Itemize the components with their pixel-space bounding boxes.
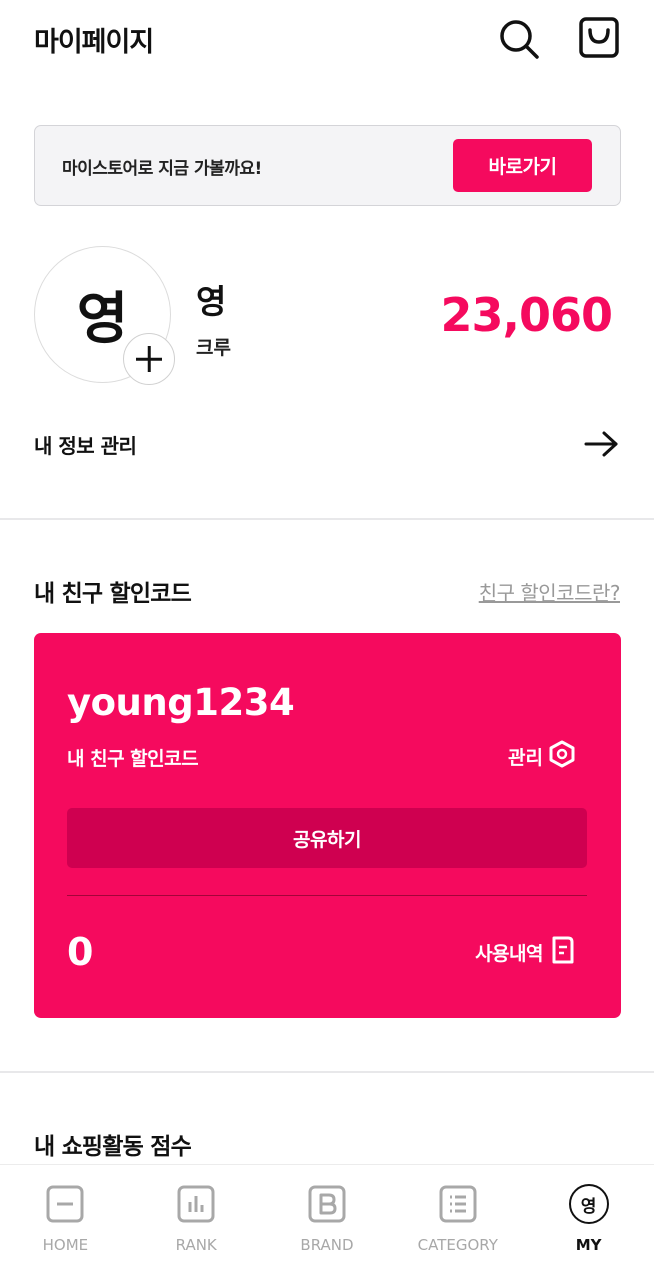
settings-hex-icon [549, 740, 575, 773]
my-info-row[interactable]: 내 정보 관리 [34, 420, 621, 468]
tab-category[interactable]: CATEGORY [392, 1165, 523, 1280]
brand-b-icon [307, 1184, 347, 1224]
tab-rank[interactable]: RANK [131, 1165, 262, 1280]
tab-label: HOME [42, 1236, 89, 1254]
manage-label: 관리 [508, 746, 543, 769]
my-profile-icon: 영 [568, 1184, 609, 1224]
friend-code-label: 내 친구 할인코드 [67, 748, 199, 770]
document-icon [551, 936, 575, 969]
use-count: 0 [67, 930, 94, 974]
section-divider [0, 1071, 654, 1073]
tab-brand[interactable]: BRAND [262, 1165, 393, 1280]
arrow-right-icon [583, 428, 621, 460]
bottom-tab-bar: HOME RANK BRAND CATEGORY 영 MY [0, 1164, 654, 1280]
tab-my[interactable]: 영 MY [523, 1165, 654, 1280]
history-label: 사용내역 [475, 942, 543, 965]
plus-icon[interactable] [123, 333, 175, 385]
tab-home[interactable]: HOME [0, 1165, 131, 1280]
rank-chart-icon [176, 1184, 216, 1224]
my-info-label: 내 정보 관리 [34, 434, 137, 458]
shopping-bag-icon[interactable] [576, 16, 620, 60]
points-value[interactable]: 23,060 [440, 288, 613, 342]
friend-code-info-link[interactable]: 친구 할인코드란? [479, 577, 621, 606]
home-icon [45, 1184, 85, 1224]
mystore-banner: 마이스토어로 지금 가볼까요! 바로가기 [34, 125, 621, 206]
header: 마이페이지 [0, 0, 654, 80]
shopping-score-title: 내 쇼핑활동 점수 [34, 1134, 192, 1160]
tab-label: CATEGORY [417, 1236, 498, 1254]
category-list-icon [438, 1184, 478, 1224]
share-button[interactable]: 공유하기 [67, 808, 587, 868]
banner-text: 마이스토어로 지금 가볼까요! [62, 159, 262, 179]
friend-code-value: young1234 [67, 681, 295, 724]
tab-label: RANK [175, 1236, 217, 1254]
search-icon[interactable] [497, 16, 541, 60]
user-grade: 크루 [196, 337, 231, 359]
friend-code-card: young1234 내 친구 할인코드 관리 공유하기 0 사용내역 [34, 633, 621, 1018]
tab-label: BRAND [300, 1236, 354, 1254]
go-button[interactable]: 바로가기 [453, 139, 592, 192]
page-title: 마이페이지 [34, 27, 154, 58]
card-divider [67, 895, 587, 896]
manage-button[interactable]: 관리 [508, 738, 575, 774]
tab-label: MY [575, 1236, 602, 1254]
friend-code-title: 내 친구 할인코드 [34, 581, 192, 607]
history-button[interactable]: 사용내역 [475, 933, 575, 971]
user-name: 영 [196, 282, 227, 321]
section-divider [0, 518, 654, 520]
